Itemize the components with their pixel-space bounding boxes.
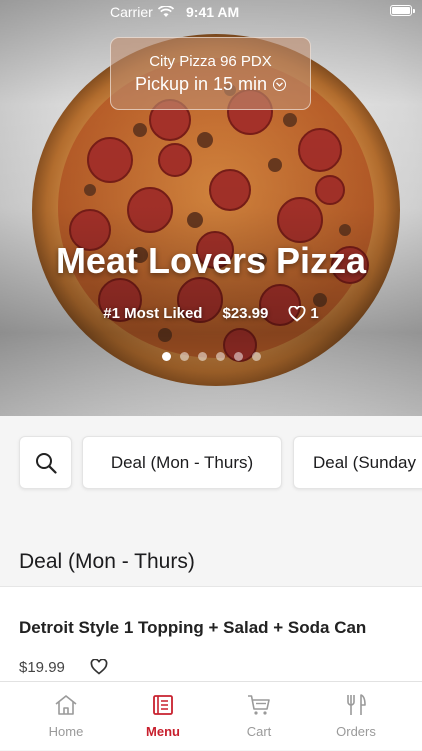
- heart-icon[interactable]: [90, 659, 108, 675]
- menu-icon: [153, 695, 173, 715]
- featured-item-title: Meat Lovers Pizza: [55, 240, 367, 281]
- battery-icon: [390, 5, 415, 16]
- carousel-dot[interactable]: [251, 352, 261, 361]
- store-selector[interactable]: City Pizza 96 PDX Pickup in 15 min: [110, 37, 311, 110]
- like-count[interactable]: 1: [288, 305, 319, 322]
- carrier-label: Carrier: [110, 4, 153, 20]
- carrier-indicator: Carrier: [110, 4, 174, 20]
- tab-orders[interactable]: Orders: [308, 682, 404, 751]
- tab-menu[interactable]: Menu: [115, 682, 211, 751]
- home-icon: [55, 695, 77, 715]
- heart-icon: [288, 305, 306, 322]
- carousel-dot[interactable]: [197, 352, 207, 361]
- item-name: Detroit Style 1 Topping + Salad + Soda C…: [19, 618, 367, 637]
- category-chip-deal-sunday[interactable]: Deal (Sunday: [293, 436, 422, 489]
- section-title: Deal (Mon - Thurs): [19, 550, 195, 573]
- cart-icon: [248, 695, 270, 715]
- clock: 9:41 AM: [186, 4, 240, 20]
- wifi-icon: [157, 6, 174, 17]
- like-count-value: 1: [310, 305, 319, 322]
- search-icon: [35, 452, 57, 474]
- rank-label: #1 Most Liked: [103, 305, 203, 322]
- pickup-time: Pickup in 15 min: [111, 74, 310, 95]
- tab-home-label: Home: [48, 724, 84, 739]
- tab-cart-label: Cart: [246, 724, 272, 739]
- tab-home[interactable]: Home: [18, 682, 114, 751]
- fork-knife-icon: [347, 694, 366, 715]
- tab-bar: Home Menu Cart Orders: [0, 681, 422, 750]
- carousel-dot[interactable]: [161, 352, 171, 361]
- item-price: $19.99: [19, 659, 65, 676]
- store-name: City Pizza 96 PDX: [149, 53, 272, 70]
- category-bar: Deal (Mon - Thurs) Deal (Sunday: [0, 416, 422, 506]
- featured-price: $23.99: [222, 305, 269, 322]
- list-item[interactable]: Detroit Style 1 Topping + Salad + Soda C…: [0, 586, 422, 686]
- tab-cart[interactable]: Cart: [211, 682, 307, 751]
- status-bar: Carrier 9:41 AM: [0, 0, 422, 24]
- category-chip-deal-mon-thurs[interactable]: Deal (Mon - Thurs): [82, 436, 282, 489]
- chevron-down-icon: [273, 78, 287, 91]
- carousel-dot[interactable]: [215, 352, 225, 361]
- carousel-indicator[interactable]: [0, 352, 422, 361]
- featured-item-meta: #1 Most Liked $23.99 1: [0, 305, 422, 322]
- search-button[interactable]: [19, 436, 72, 489]
- hero-banner[interactable]: Carrier 9:41 AM City Pizza 96 PDX Pickup…: [0, 0, 422, 416]
- carousel-dot[interactable]: [233, 352, 243, 361]
- carousel-dot[interactable]: [179, 352, 189, 361]
- tab-orders-label: Orders: [336, 724, 376, 739]
- pickup-label: Pickup in 15 min: [134, 74, 268, 94]
- tab-menu-label: Menu: [146, 724, 180, 739]
